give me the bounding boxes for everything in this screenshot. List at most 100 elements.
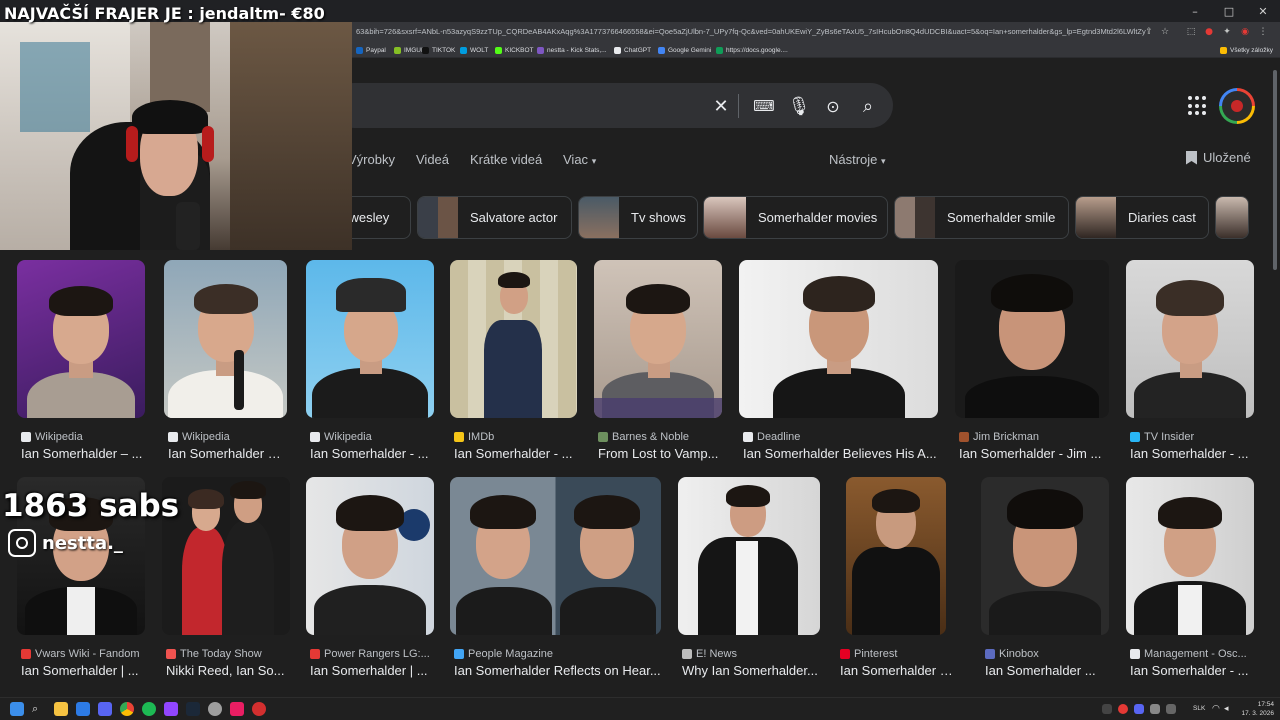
result-image[interactable] [981,477,1109,635]
bookmark-item[interactable]: WOLT [460,44,488,56]
search-input[interactable]: ✕ ⌨ 🎙 ⊙ ⌕ [332,83,893,128]
saved-button[interactable]: Uložené [1186,150,1251,165]
image-result[interactable]: Barnes & Noble From Lost to Vamp... [594,260,722,470]
chip[interactable]: Somerhalder smile [894,196,1069,239]
image-result[interactable]: Wikipedia Ian Somerhalder - ... [306,260,434,470]
url-text[interactable]: 63&bih=726&sxsrf=ANbL-n53azyqS9zzTUp_CQR… [356,25,1146,39]
bookmark-item[interactable]: ChatGPT [614,44,651,56]
image-result[interactable]: People Magazine Ian Somerhalder Reflects… [450,477,661,687]
settings-icon[interactable] [208,702,222,716]
scrollbar[interactable] [1272,60,1278,696]
tab-products[interactable]: Výrobky [348,152,395,167]
result-title[interactable]: Ian Somerhalder | I... [840,663,956,678]
app-icon[interactable] [164,702,178,716]
search-icon[interactable]: ⌕ [856,94,880,118]
bookmark-item[interactable]: nestta - Kick Stats,... [537,44,607,56]
result-title[interactable]: Ian Somerhalder ... [985,663,1109,678]
tools-button[interactable]: Nástroje ▾ [829,152,886,167]
result-image[interactable] [846,477,946,635]
result-image[interactable] [678,477,820,635]
microphone-icon[interactable]: 🎙 [787,94,811,118]
windows-start-icon[interactable] [10,702,24,716]
apps-grid-icon[interactable] [1188,96,1208,116]
all-bookmarks[interactable]: Všetky záložky [1220,44,1273,56]
tab-short-videos[interactable]: Krátke videá [470,152,542,167]
image-result[interactable]: Power Rangers LG:... Ian Somerhalder | .… [306,477,434,687]
avatar[interactable] [1219,88,1255,124]
tray-icon[interactable] [1134,704,1144,714]
tab-more[interactable]: Viac ▾ [563,152,596,167]
file-explorer-icon[interactable] [54,702,68,716]
result-title[interactable]: Why Ian Somerhalder... [682,663,820,678]
result-title[interactable]: Ian Somerhalder Believes His A... [743,446,938,461]
recording-icon[interactable]: ● [1202,25,1216,39]
result-image[interactable] [450,477,661,635]
bookmark-item[interactable]: KICKBOT [495,44,534,56]
result-title[interactable]: Ian Somerhalder - ... [454,446,577,461]
spotify-icon[interactable] [142,702,156,716]
maximize-icon[interactable]: □ [1212,0,1246,22]
result-image[interactable] [594,260,722,418]
tab-videos[interactable]: Videá [416,152,449,167]
image-result[interactable]: TV Insider Ian Somerhalder - ... [1126,260,1254,470]
close-icon[interactable]: ✕ [1246,0,1280,22]
result-title[interactable]: Ian Somerhalder Reflects on Hear... [454,663,661,678]
app-icon[interactable] [252,702,266,716]
result-title[interactable]: From Lost to Vamp... [598,446,722,461]
result-title[interactable]: Ian Somerhalder | ... [21,663,145,678]
result-image[interactable] [739,260,938,418]
camera-search-icon[interactable]: ⊙ [821,94,845,118]
chip[interactable]: Diaries cast [1075,196,1209,239]
result-title[interactable]: Ian Somerhalder - ... [1130,446,1254,461]
result-image[interactable] [17,260,145,418]
result-image[interactable] [1126,477,1254,635]
discord-icon[interactable] [98,702,112,716]
extension-icon[interactable]: ⬚ [1184,25,1198,39]
tray-icon[interactable] [1118,704,1128,714]
chip[interactable]: Tv shows [578,196,698,239]
profile-icon[interactable]: ◉ [1238,25,1252,39]
chrome-icon[interactable] [120,702,134,716]
image-result[interactable]: Wikipedia Ian Somerhalder – ... [164,260,287,470]
image-result[interactable]: Management - Osc... Ian Somerhalder - ..… [1126,477,1254,687]
bookmark-item[interactable]: IMGUR [394,44,426,56]
image-result[interactable]: Kinobox Ian Somerhalder ... [981,477,1109,687]
bookmark-item[interactable]: Google Gemini [658,44,711,56]
tray-icon[interactable] [1150,704,1160,714]
image-result[interactable]: Wikipedia Ian Somerhalder – ... [17,260,145,470]
language-indicator[interactable]: SLK [1193,705,1205,712]
app-icon[interactable] [76,702,90,716]
clock[interactable]: 17:54 17. 3. 2026 [1241,700,1274,718]
bookmark-item[interactable]: https://docs.google.... [716,44,788,56]
volume-icon[interactable]: ◂ [1224,702,1238,716]
result-title[interactable]: Ian Somerhalder - ... [310,446,434,461]
share-icon[interactable]: ⇪ [1142,25,1156,39]
image-result[interactable]: The Today Show Nikki Reed, Ian So... [162,477,290,687]
result-image[interactable] [450,260,577,418]
result-title[interactable]: Ian Somerhalder | ... [310,663,434,678]
image-result[interactable]: Pinterest Ian Somerhalder | I... [836,477,956,687]
image-result[interactable]: Deadline Ian Somerhalder Believes His A.… [739,260,938,470]
scrollbar-thumb[interactable] [1273,70,1277,270]
chip[interactable]: Somerhalder movies [703,196,888,239]
result-image[interactable] [306,477,434,635]
result-image[interactable] [1126,260,1254,418]
image-result[interactable]: Jim Brickman Ian Somerhalder - Jim ... [955,260,1109,470]
menu-icon[interactable]: ⋮ [1256,25,1270,39]
result-title[interactable]: Ian Somerhalder - ... [1130,663,1254,678]
result-image[interactable] [164,260,287,418]
chip[interactable] [1215,196,1249,239]
minimize-icon[interactable]: – [1178,0,1212,22]
tray-icon[interactable] [1102,704,1112,714]
tray-icon[interactable] [1166,704,1176,714]
clear-icon[interactable]: ✕ [709,94,733,118]
result-title[interactable]: Ian Somerhalder - Jim ... [959,446,1109,461]
image-result[interactable]: E! News Why Ian Somerhalder... [678,477,820,687]
bookmark-item[interactable]: TIKTOK [422,44,455,56]
address-bar[interactable]: 63&bih=726&sxsrf=ANbL-n53azyqS9zzTUp_CQR… [352,22,1280,42]
bookmark-item[interactable]: Paypal [356,44,386,56]
chip[interactable]: Salvatore actor [417,196,572,239]
result-title[interactable]: Ian Somerhalder – ... [21,446,145,461]
image-result[interactable]: IMDb Ian Somerhalder - ... [450,260,577,470]
result-image[interactable] [162,477,290,635]
